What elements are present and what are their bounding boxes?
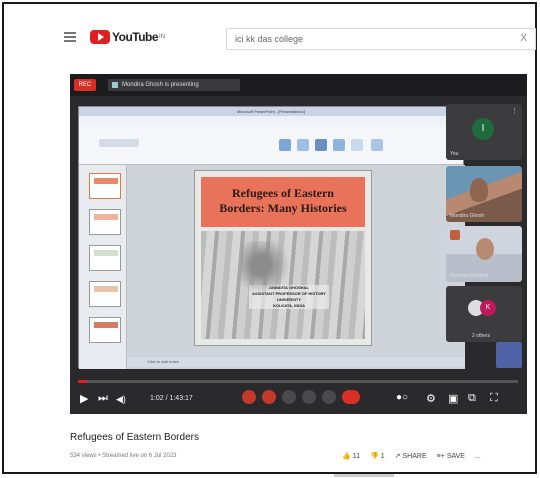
search-query-text: ici kk das college xyxy=(235,34,304,44)
logo-text: YouTube xyxy=(112,30,159,44)
more-horizontal-icon: ... xyxy=(474,452,481,460)
slide-thumbnail xyxy=(89,245,121,271)
ppt-menu-bar xyxy=(79,116,463,125)
video-meta: 534 views • Streamed live on 6 Jul 2023 xyxy=(70,453,177,459)
ppt-ribbon xyxy=(79,125,463,165)
video-player[interactable]: REC Mondira Ghosh is presenting Microsof… xyxy=(70,74,527,414)
slide-caption-line: KOLKATA, INDIA xyxy=(272,303,306,308)
youtube-play-icon xyxy=(90,30,110,44)
meet-more-button xyxy=(322,390,336,404)
share-button[interactable]: ↗ SHARE xyxy=(394,452,427,461)
ribbon-icon xyxy=(297,139,309,151)
like-count: 11 xyxy=(352,452,360,460)
meet-end-call-button xyxy=(342,390,360,404)
meet-present-button xyxy=(302,390,316,404)
progress-bar[interactable] xyxy=(78,380,518,383)
ribbon-icon xyxy=(279,139,291,151)
screenshot-frame: YouTube IN ici kk das college X REC Mond… xyxy=(2,2,538,477)
slide-title: Refugees of Eastern Borders: Many Histor… xyxy=(201,177,365,227)
ppt-title-bar: Microsoft PowerPoint - [Presentation1] xyxy=(79,107,463,116)
video-actions: 👍 11 👎 1 ↗ SHARE ≡+ SAVE ... xyxy=(342,452,481,461)
participant-name: You xyxy=(450,151,459,157)
slide-thumbnail xyxy=(89,281,121,307)
participant-tile-camera[interactable]: Mondira Ghosh xyxy=(446,166,522,222)
autoplay-toggle-icon[interactable]: ●○ xyxy=(396,392,408,403)
slide-thumbnail xyxy=(89,317,121,343)
participant-name: Anindita Ghoshal xyxy=(450,273,489,279)
slide-photo: ANINDITA GHOSHAL ASSISTANT PROFESSOR OF … xyxy=(201,231,365,339)
youtube-logo[interactable]: YouTube IN xyxy=(90,30,165,44)
more-options-icon[interactable]: ⋮ xyxy=(511,107,518,115)
share-label: SHARE xyxy=(402,452,427,460)
player-controls: ▶ ⏭ ◀) 1:02 / 1:43:17 ●○ ⚙ ▣ ⧉ ⛶ xyxy=(70,386,527,412)
slide-caption: ANINDITA GHOSHAL ASSISTANT PROFESSOR OF … xyxy=(249,285,329,309)
ribbon-icon xyxy=(315,139,327,151)
next-icon[interactable]: ⏭ xyxy=(98,392,108,405)
ppt-status-bar: Click to add notes xyxy=(127,357,465,367)
meet-top-bar: REC Mondira Ghosh is presenting xyxy=(70,74,527,96)
video-title: Refugees of Eastern Borders xyxy=(70,432,199,443)
participant-tile-others[interactable]: K 2 others xyxy=(446,286,522,342)
meet-camera-button xyxy=(262,390,276,404)
logo-country-code: IN xyxy=(159,34,166,40)
search-input[interactable]: ici kk das college X xyxy=(226,28,536,50)
presentation-slide: Refugees of Eastern Borders: Many Histor… xyxy=(194,170,372,346)
play-icon[interactable]: ▶ xyxy=(80,392,88,405)
miniplayer-icon[interactable]: ▣ xyxy=(448,392,458,405)
ribbon-icon xyxy=(371,139,383,151)
others-avatars: K xyxy=(468,300,498,316)
clear-search-icon[interactable]: X xyxy=(520,33,527,44)
meet-mic-button xyxy=(242,390,256,404)
pin-icon xyxy=(450,230,460,240)
save-playlist-icon: ≡+ xyxy=(436,452,445,460)
youtube-header: YouTube IN ici kk das college X xyxy=(58,24,538,52)
scroll-indicator xyxy=(334,474,394,477)
save-label: SAVE xyxy=(446,452,465,460)
settings-gear-icon[interactable]: ⚙ xyxy=(426,392,436,405)
dislike-button[interactable]: 👎 1 xyxy=(370,452,385,461)
ribbon-icon xyxy=(333,139,345,151)
share-icon: ↗ xyxy=(394,453,401,460)
participant-tile-you[interactable]: I You ⋮ xyxy=(446,104,522,160)
participant-tile-camera[interactable]: Anindita Ghoshal xyxy=(446,226,522,282)
hamburger-menu-icon[interactable] xyxy=(64,32,76,42)
participant-name: 2 others xyxy=(472,333,491,339)
participant-name: Mondira Ghosh xyxy=(450,213,485,219)
slide-thumbnail xyxy=(89,209,121,235)
ribbon-icon xyxy=(351,139,363,151)
slide-title-line: Borders: Many Histories xyxy=(219,201,347,215)
dislike-count: 1 xyxy=(380,452,385,460)
slide-title-line: Refugees of Eastern xyxy=(232,186,334,200)
recording-badge: REC xyxy=(74,79,96,91)
save-button[interactable]: ≡+ SAVE xyxy=(437,452,465,460)
thumbs-up-icon: 👍 xyxy=(342,453,351,460)
slide-caption-line: ASSISTANT PROFESSOR OF HISTORY xyxy=(252,291,326,296)
self-view-thumbnail xyxy=(496,342,522,368)
like-button[interactable]: 👍 11 xyxy=(342,452,360,461)
presenting-chip: Mondira Ghosh is presenting xyxy=(108,79,240,91)
progress-fill xyxy=(78,380,87,383)
ppt-slide-thumbnails xyxy=(79,165,127,369)
volume-icon[interactable]: ◀) xyxy=(116,394,126,405)
participant-avatar: I xyxy=(472,118,494,140)
thumbs-down-icon: 👎 xyxy=(370,453,379,460)
cast-icon[interactable]: ⧉ xyxy=(468,392,476,405)
slide-thumbnail xyxy=(89,173,121,199)
time-display: 1:02 / 1:43:17 xyxy=(150,395,193,402)
meet-captions-button xyxy=(282,390,296,404)
fullscreen-icon[interactable]: ⛶ xyxy=(490,392,498,405)
more-actions-button[interactable]: ... xyxy=(475,452,481,460)
participant-avatar: K xyxy=(480,300,496,316)
ribbon-font-box xyxy=(99,139,139,147)
